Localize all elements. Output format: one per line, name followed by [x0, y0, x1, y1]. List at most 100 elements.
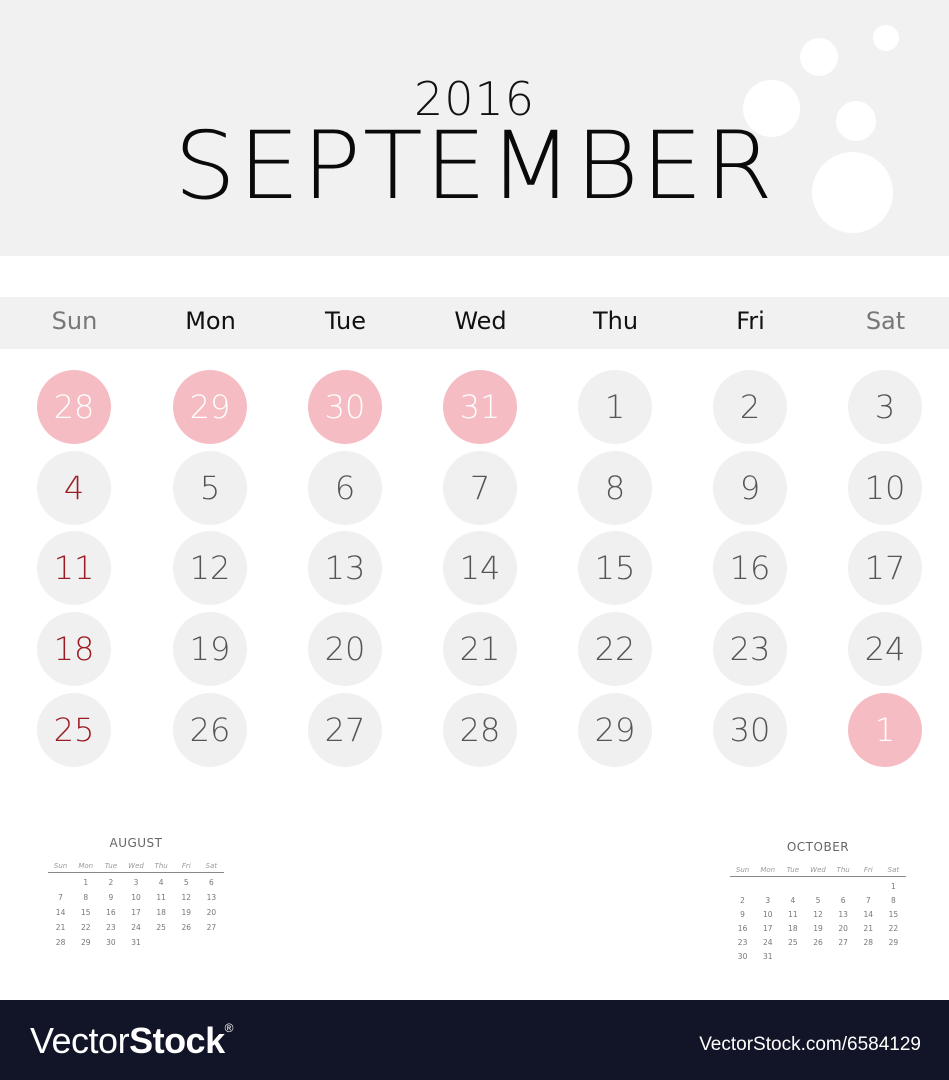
weekday-label: Thu	[592, 307, 639, 335]
mini-weekday-label: Thu	[154, 862, 168, 870]
day-cell[interactable]: 3	[848, 370, 922, 444]
mini-day: 23	[106, 923, 116, 932]
weekday-header: Sun Mon Tue Wed Thu Fri Sat	[0, 297, 949, 349]
day-cell[interactable]: 23	[713, 612, 787, 686]
mini-day: 1	[891, 882, 896, 891]
day-cell[interactable]: 25	[37, 693, 111, 767]
day-cell[interactable]: 27	[308, 693, 382, 767]
day-cell[interactable]: 4	[37, 451, 111, 525]
day-cell[interactable]: 2	[713, 370, 787, 444]
mini-day: 5	[183, 878, 189, 887]
mini-calendar-title: AUGUST	[109, 836, 163, 850]
day-cell[interactable]: 6	[308, 451, 382, 525]
weekday-label: Wed	[454, 307, 507, 335]
mini-day: 21	[863, 924, 874, 933]
mini-day: 12	[181, 893, 192, 902]
mini-day: 11	[156, 893, 166, 902]
weekday-label: Mon	[185, 307, 236, 335]
mini-calendar-next: OCTOBER Sun Mon Tue Wed Thu Fri Sat 1234567891…	[730, 840, 906, 961]
day-cell[interactable]: 18	[37, 612, 111, 686]
mini-day: 31	[762, 952, 773, 961]
mini-day: 18	[788, 924, 798, 933]
mini-day-grid: 1 2 3 4 5 6 7 8 9 10 11 12 13 14 15 16 17 18 19 20 21 22 23 24 2…	[730, 877, 906, 961]
mini-day: 24	[131, 923, 141, 932]
day-cell[interactable]: 28	[443, 693, 517, 767]
mini-day: 6	[209, 878, 214, 887]
mini-day: 6	[840, 896, 846, 905]
day-cell[interactable]: 15	[578, 531, 652, 605]
day-cell[interactable]: 8	[578, 451, 652, 525]
decorative-bubble	[800, 38, 838, 76]
mini-weekday-label: Sat	[887, 866, 900, 874]
mini-day: 7	[865, 896, 871, 905]
day-cell[interactable]: 20	[308, 612, 382, 686]
mini-day: 4	[158, 878, 164, 887]
mini-day: 19	[813, 924, 823, 933]
registered-mark: ®	[224, 1021, 234, 1035]
mini-day: 27	[838, 938, 848, 947]
day-cell[interactable]: 22	[578, 612, 652, 686]
mini-day: 9	[740, 910, 745, 919]
mini-day: 13	[838, 910, 848, 919]
day-cell-other-month[interactable]: 29	[173, 370, 247, 444]
day-cell-other-month[interactable]: 30	[308, 370, 382, 444]
mini-day: 29	[80, 938, 91, 947]
day-cell[interactable]: 11	[37, 531, 111, 605]
day-cell[interactable]: 17	[848, 531, 922, 605]
day-cell[interactable]: 14	[443, 531, 517, 605]
mini-weekday-label: Mon	[78, 862, 94, 870]
day-cell-other-month[interactable]: 31	[443, 370, 517, 444]
mini-day: 20	[206, 908, 217, 917]
mini-weekday-label: Mon	[760, 866, 776, 874]
logo-text-light: Vector	[30, 1020, 130, 1061]
mini-weekday-label: Sun	[53, 862, 68, 870]
mini-weekday-label: Fri	[181, 862, 191, 870]
mini-day	[755, 882, 780, 891]
mini-day: 3	[765, 896, 771, 905]
mini-day: 4	[790, 896, 796, 905]
mini-calendar-title: OCTOBER	[786, 840, 850, 854]
day-cell[interactable]: 13	[308, 531, 382, 605]
calendar-header: 2016 SEPTEMBER	[0, 0, 949, 256]
mini-day: 10	[762, 910, 773, 919]
mini-day	[48, 878, 73, 887]
mini-day: 2	[108, 878, 114, 887]
mini-weekday-label: Wed	[810, 866, 826, 874]
mini-day: 24	[762, 938, 773, 947]
day-cell[interactable]: 24	[848, 612, 922, 686]
mini-day: 26	[181, 923, 192, 932]
day-cell[interactable]: 26	[173, 693, 247, 767]
mini-day: 8	[83, 893, 89, 902]
day-cell[interactable]: 29	[578, 693, 652, 767]
weekday-label: Sun	[51, 307, 98, 335]
mini-weekday-label: Fri	[863, 866, 873, 874]
mini-day: 26	[813, 938, 823, 947]
mini-calendar-previous: AUGUST Sun Mon Tue Wed Thu Fri Sat 1 2 3 4 5 6 7 8 9 10…	[48, 836, 224, 947]
day-cell-other-month[interactable]: 28	[37, 370, 111, 444]
day-cell[interactable]: 9	[713, 451, 787, 525]
day-cell[interactable]: 19	[173, 612, 247, 686]
day-cell[interactable]: 12	[173, 531, 247, 605]
mini-day: 20	[838, 924, 848, 933]
day-cell[interactable]: 7	[443, 451, 517, 525]
day-cell[interactable]: 16	[713, 531, 787, 605]
mini-day	[831, 882, 856, 891]
mini-weekday-label: Tue	[786, 866, 800, 874]
weekday-label: Sat	[865, 307, 906, 335]
mini-day: 14	[55, 908, 66, 917]
mini-day: 12	[813, 910, 823, 919]
mini-day	[805, 882, 830, 891]
day-cell-other-month[interactable]: 1	[848, 693, 922, 767]
mini-day: 25	[156, 923, 166, 932]
logo-text-bold: Stock	[129, 1020, 225, 1061]
day-cell[interactable]: 5	[173, 451, 247, 525]
day-cell[interactable]: 30	[713, 693, 787, 767]
weekday-label: Fri	[736, 307, 765, 335]
day-cell[interactable]: 10	[848, 451, 922, 525]
vectorstock-logo: VectorStock®	[30, 1020, 233, 1062]
day-cell[interactable]: 21	[443, 612, 517, 686]
mini-day: 18	[156, 908, 166, 917]
day-cell[interactable]: 1	[578, 370, 652, 444]
mini-day	[730, 882, 755, 891]
mini-weekday-label: Tue	[104, 862, 118, 870]
